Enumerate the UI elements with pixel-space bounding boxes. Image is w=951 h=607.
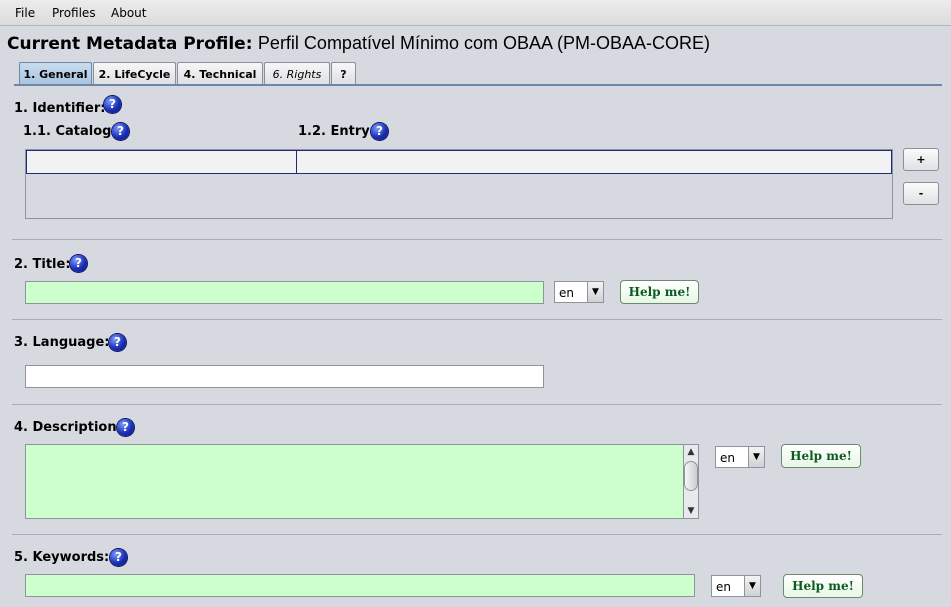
scroll-thumb[interactable] (684, 461, 698, 491)
identifier-help-icon[interactable]: ? (104, 96, 121, 113)
description-label: 4. Description: (14, 420, 122, 435)
language-help-icon[interactable]: ? (109, 334, 126, 351)
catalog-help-icon[interactable]: ? (112, 123, 129, 140)
keywords-help-me-button[interactable]: Help me! (783, 574, 863, 598)
separator (12, 404, 942, 405)
description-language-select[interactable]: en ▼ (715, 446, 765, 468)
tab-lifecycle[interactable]: 2. LifeCycle (93, 62, 176, 85)
profile-header: Current Metadata Profile: Perfil Compatí… (7, 33, 710, 54)
menu-profiles[interactable]: Profiles (52, 6, 96, 20)
scroll-down-icon[interactable]: ▼ (684, 504, 698, 518)
entry-label: 1.2. Entry (298, 124, 370, 139)
tab-rights[interactable]: 6. Rights (264, 62, 330, 85)
remove-identifier-button[interactable]: - (903, 182, 939, 205)
profile-name: Perfil Compatível Mínimo com OBAA (PM-OB… (257, 33, 711, 53)
keywords-language-select[interactable]: en ▼ (711, 575, 761, 597)
separator (12, 239, 942, 240)
add-identifier-button[interactable]: + (903, 148, 939, 171)
description-help-icon[interactable]: ? (117, 419, 134, 436)
catalog-label: 1.1. Catalog (23, 124, 112, 139)
keywords-input[interactable] (25, 574, 695, 597)
title-language-value: en (559, 286, 574, 300)
tab-underline (14, 84, 942, 86)
menu-about[interactable]: About (111, 6, 146, 20)
title-language-select[interactable]: en ▼ (554, 281, 604, 303)
identifier-label: 1. Identifier: (14, 101, 106, 116)
separator (12, 534, 942, 535)
description-help-me-button[interactable]: Help me! (781, 444, 861, 468)
title-input[interactable] (25, 281, 544, 304)
title-label: 2. Title: (14, 257, 71, 272)
tab-help[interactable]: ? (331, 62, 356, 85)
separator (12, 319, 942, 320)
language-input[interactable] (25, 365, 544, 388)
language-label: 3. Language: (14, 335, 110, 350)
table-row[interactable] (26, 150, 892, 174)
menu-file[interactable]: File (15, 6, 35, 20)
description-language-value: en (720, 451, 735, 465)
chevron-down-icon: ▼ (748, 447, 764, 467)
keywords-help-icon[interactable]: ? (110, 549, 127, 566)
title-help-icon[interactable]: ? (70, 255, 87, 272)
menu-bar: File Profiles About (0, 0, 951, 26)
scroll-up-icon[interactable]: ▲ (684, 445, 698, 459)
chevron-down-icon: ▼ (744, 576, 760, 596)
profile-label: Current Metadata Profile: (7, 34, 253, 54)
tab-general[interactable]: 1. General (19, 62, 92, 85)
tab-technical[interactable]: 4. Technical (177, 62, 263, 85)
entry-help-icon[interactable]: ? (371, 123, 388, 140)
keywords-language-value: en (716, 580, 731, 594)
description-scrollbar[interactable]: ▲ ▼ (683, 445, 698, 518)
identifier-table (25, 149, 893, 219)
keywords-label: 5. Keywords: (14, 550, 110, 565)
description-textarea[interactable] (25, 444, 699, 519)
title-help-me-button[interactable]: Help me! (620, 280, 699, 304)
cell-divider (296, 151, 297, 173)
chevron-down-icon: ▼ (587, 282, 603, 302)
